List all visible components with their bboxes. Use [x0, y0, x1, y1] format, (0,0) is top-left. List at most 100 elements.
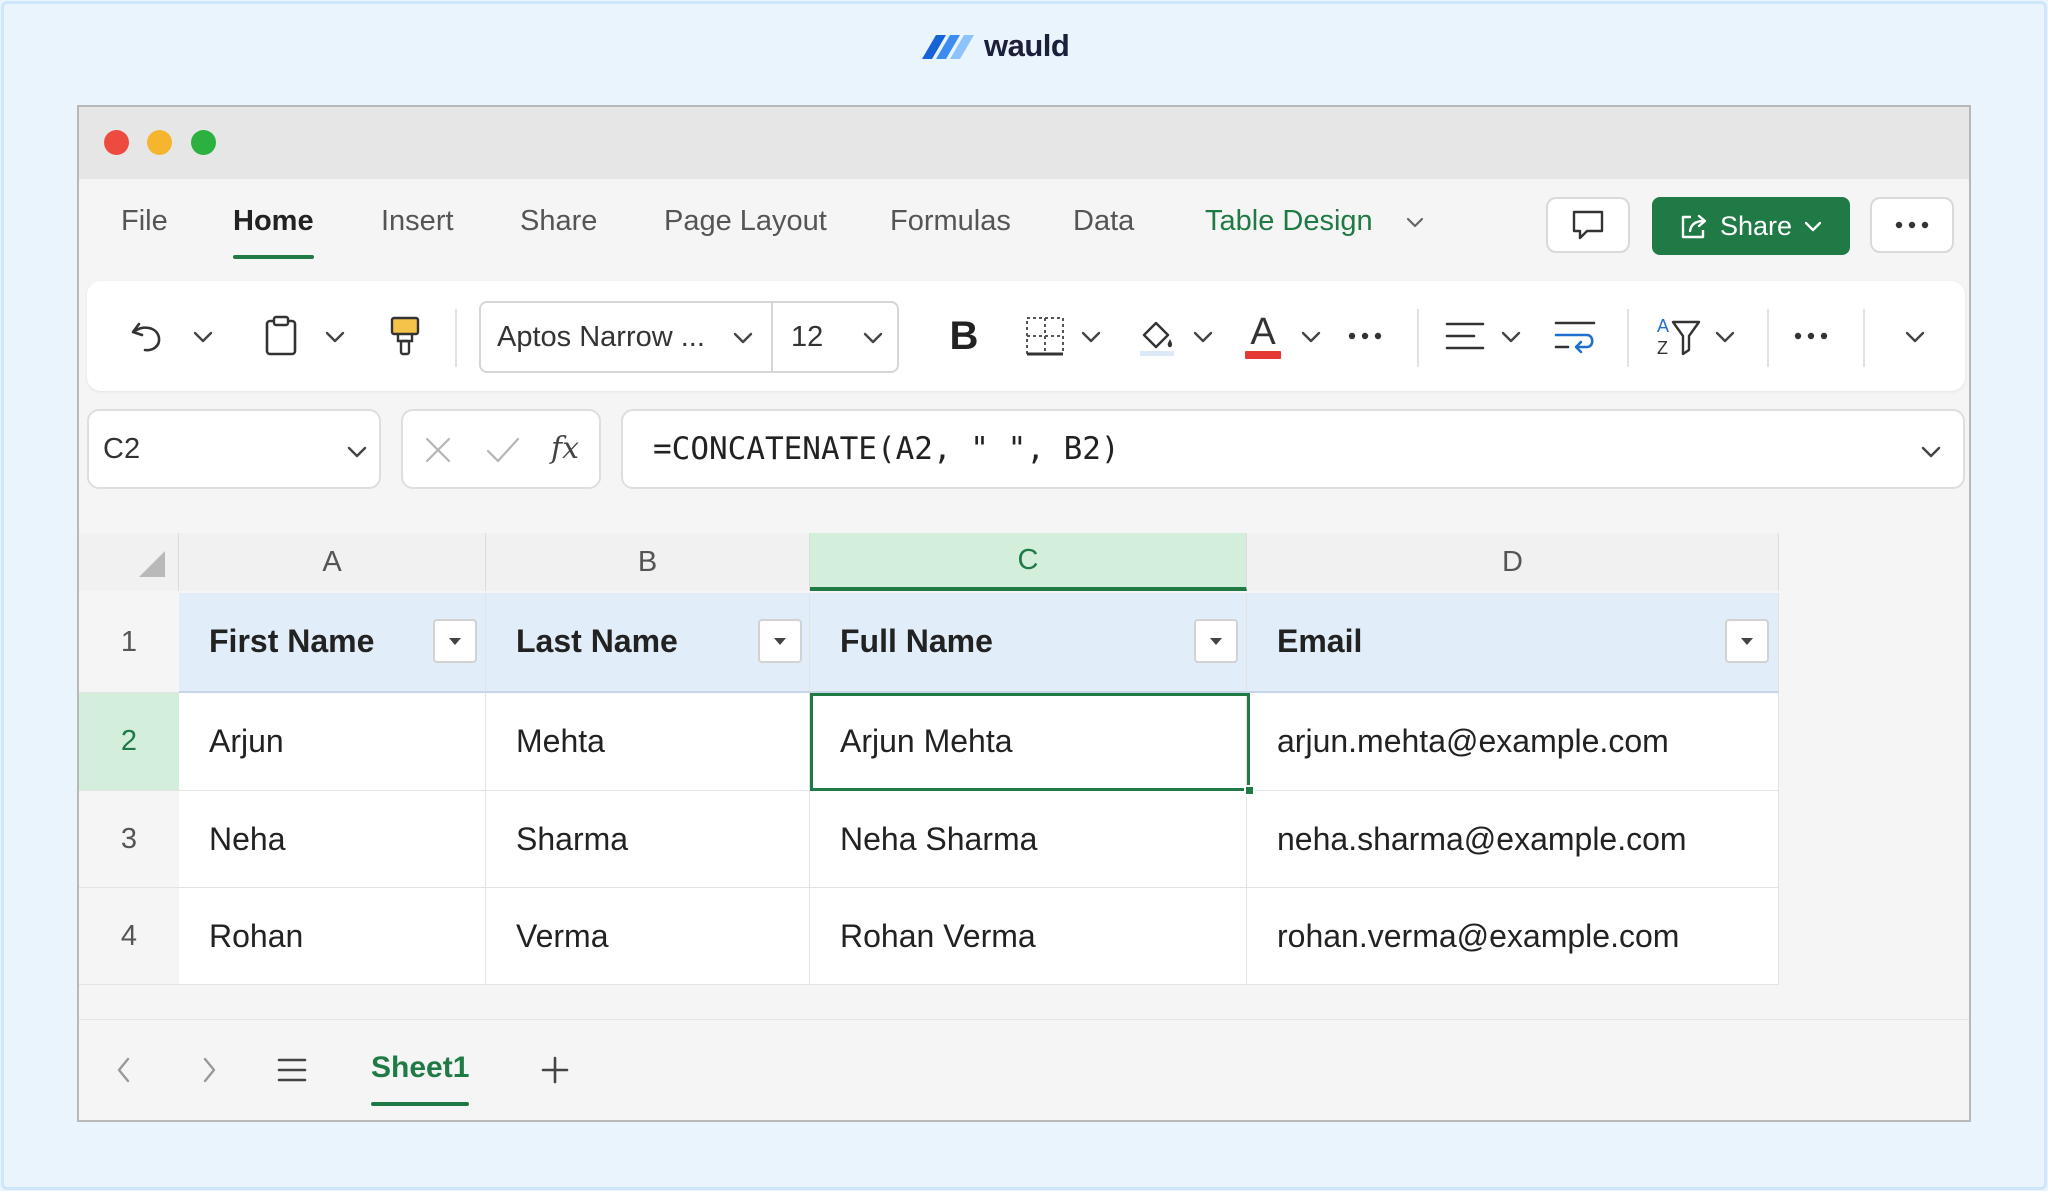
sort-filter-dropdown[interactable] [1711, 281, 1739, 391]
column-header-d[interactable]: D [1247, 533, 1779, 591]
tabs-overflow-chevron-down-icon[interactable] [1404, 211, 1426, 233]
fill-color-icon [1140, 321, 1174, 356]
font-picker[interactable]: Aptos Narrow ... 12 [479, 301, 899, 373]
bold-button[interactable]: B [943, 281, 985, 391]
align-button[interactable] [1443, 281, 1487, 391]
table-cell[interactable]: Arjun [179, 693, 486, 791]
tab-data[interactable]: Data [1073, 179, 1134, 271]
name-box[interactable]: C2 [87, 409, 381, 489]
undo-dropdown[interactable] [189, 281, 217, 391]
table-header-cell[interactable]: Last Name [486, 593, 810, 693]
chevron-left-icon [117, 1057, 130, 1083]
share-button[interactable]: Share [1652, 197, 1850, 255]
more-ribbon-options-button[interactable] [1789, 281, 1833, 391]
expand-ribbon-button[interactable] [1901, 281, 1929, 391]
formula-input[interactable]: =CONCATENATE(A2, " ", B2) [621, 409, 1965, 489]
header-label-email: Email [1277, 623, 1363, 659]
previous-sheet-button[interactable] [109, 1020, 139, 1120]
font-size-chevron-down-icon[interactable] [861, 325, 885, 349]
table-cell[interactable]: Neha Sharma [810, 791, 1247, 888]
chevron-down-icon [1193, 331, 1213, 343]
name-box-value: C2 [103, 433, 141, 465]
more-font-options-button[interactable] [1343, 281, 1387, 391]
formula-text: =CONCATENATE(A2, " ", B2) [653, 431, 1120, 467]
more-options-button[interactable] [1870, 197, 1954, 253]
table-cell[interactable]: arjun.mehta@example.com [1247, 693, 1779, 791]
font-color-dropdown[interactable] [1297, 281, 1325, 391]
maximize-window-button[interactable] [191, 130, 216, 155]
dropdown-caret-icon [449, 638, 461, 645]
filter-email-button[interactable] [1725, 619, 1769, 663]
filter-first-name-button[interactable] [433, 619, 477, 663]
more-horizontal-icon [1895, 221, 1929, 229]
row-header-1[interactable]: 1 [79, 593, 179, 693]
borders-button[interactable] [1023, 281, 1067, 391]
insert-function-button[interactable]: fx [551, 411, 579, 487]
font-color-button[interactable]: A [1241, 281, 1285, 391]
fill-handle[interactable] [1244, 785, 1255, 796]
table-header-cell[interactable]: Email [1247, 593, 1779, 693]
sort-filter-button[interactable]: A Z [1655, 281, 1701, 391]
table-header-cell[interactable]: First Name [179, 593, 486, 693]
fill-color-dropdown[interactable] [1189, 281, 1217, 391]
font-name-chevron-down-icon[interactable] [731, 325, 755, 349]
paste-dropdown[interactable] [321, 281, 349, 391]
home-ribbon: Aptos Narrow ... 12 B A A Z [87, 281, 1965, 391]
row-header-4[interactable]: 4 [79, 888, 179, 985]
wauld-logo-icon [922, 35, 974, 59]
sheet-tab-sheet1[interactable]: Sheet1 [371, 1020, 470, 1120]
filter-last-name-button[interactable] [758, 619, 802, 663]
row-header-3[interactable]: 3 [79, 791, 179, 888]
table-cell[interactable]: Rohan [179, 888, 486, 985]
share-button-label: Share [1719, 210, 1793, 241]
row-header-2[interactable]: 2 [79, 693, 179, 791]
tab-home[interactable]: Home [233, 179, 314, 271]
wrap-text-button[interactable] [1553, 281, 1597, 391]
align-dropdown[interactable] [1497, 281, 1525, 391]
formula-actions: fx [401, 409, 601, 489]
tab-formulas[interactable]: Formulas [890, 179, 1011, 271]
confirm-check-icon[interactable] [485, 435, 521, 465]
table-cell[interactable]: Rohan Verma [810, 888, 1247, 985]
table-cell[interactable]: neha.sharma@example.com [1247, 791, 1779, 888]
table-cell[interactable]: Neha [179, 791, 486, 888]
sheet-list-button[interactable] [274, 1020, 310, 1120]
tab-insert[interactable]: Insert [381, 179, 454, 271]
table-cell[interactable]: Mehta [486, 693, 810, 791]
table-cell-selected[interactable]: Arjun Mehta [810, 693, 1247, 791]
format-painter-button[interactable] [385, 281, 425, 391]
borders-dropdown[interactable] [1077, 281, 1105, 391]
add-sheet-button[interactable] [537, 1020, 573, 1120]
brand-name: wauld [984, 28, 1070, 63]
minimize-window-button[interactable] [147, 130, 172, 155]
format-painter-icon [390, 316, 420, 356]
table-cell[interactable]: Verma [486, 888, 810, 985]
ribbon-tabs: File Home Insert Share Page Layout Formu… [79, 179, 1969, 271]
undo-button[interactable] [125, 281, 169, 391]
name-box-chevron-down-icon[interactable] [345, 439, 369, 463]
comments-button[interactable] [1546, 197, 1630, 253]
column-header-a[interactable]: A [179, 533, 486, 591]
tab-table-design[interactable]: Table Design [1205, 179, 1373, 271]
tab-file[interactable]: File [121, 179, 168, 271]
font-size-value[interactable]: 12 [791, 303, 823, 371]
header-label-full-name: Full Name [840, 623, 993, 659]
cancel-x-icon[interactable] [423, 435, 453, 465]
table-cell[interactable]: rohan.verma@example.com [1247, 888, 1779, 985]
select-all-triangle-icon [139, 551, 165, 577]
close-window-button[interactable] [104, 130, 129, 155]
filter-full-name-button[interactable] [1194, 619, 1238, 663]
select-all-corner[interactable] [79, 533, 179, 591]
column-header-c[interactable]: C [810, 533, 1247, 591]
fill-color-button[interactable] [1135, 281, 1179, 391]
column-header-b[interactable]: B [486, 533, 810, 591]
font-color-icon: A [1245, 313, 1281, 359]
expand-formula-chevron-down-icon[interactable] [1919, 439, 1943, 463]
title-bar [79, 107, 1969, 179]
table-cell[interactable]: Sharma [486, 791, 810, 888]
tab-share[interactable]: Share [520, 179, 597, 271]
tab-page-layout[interactable]: Page Layout [664, 179, 827, 271]
table-header-cell[interactable]: Full Name [810, 593, 1247, 693]
next-sheet-button[interactable] [194, 1020, 224, 1120]
paste-button[interactable] [259, 281, 303, 391]
